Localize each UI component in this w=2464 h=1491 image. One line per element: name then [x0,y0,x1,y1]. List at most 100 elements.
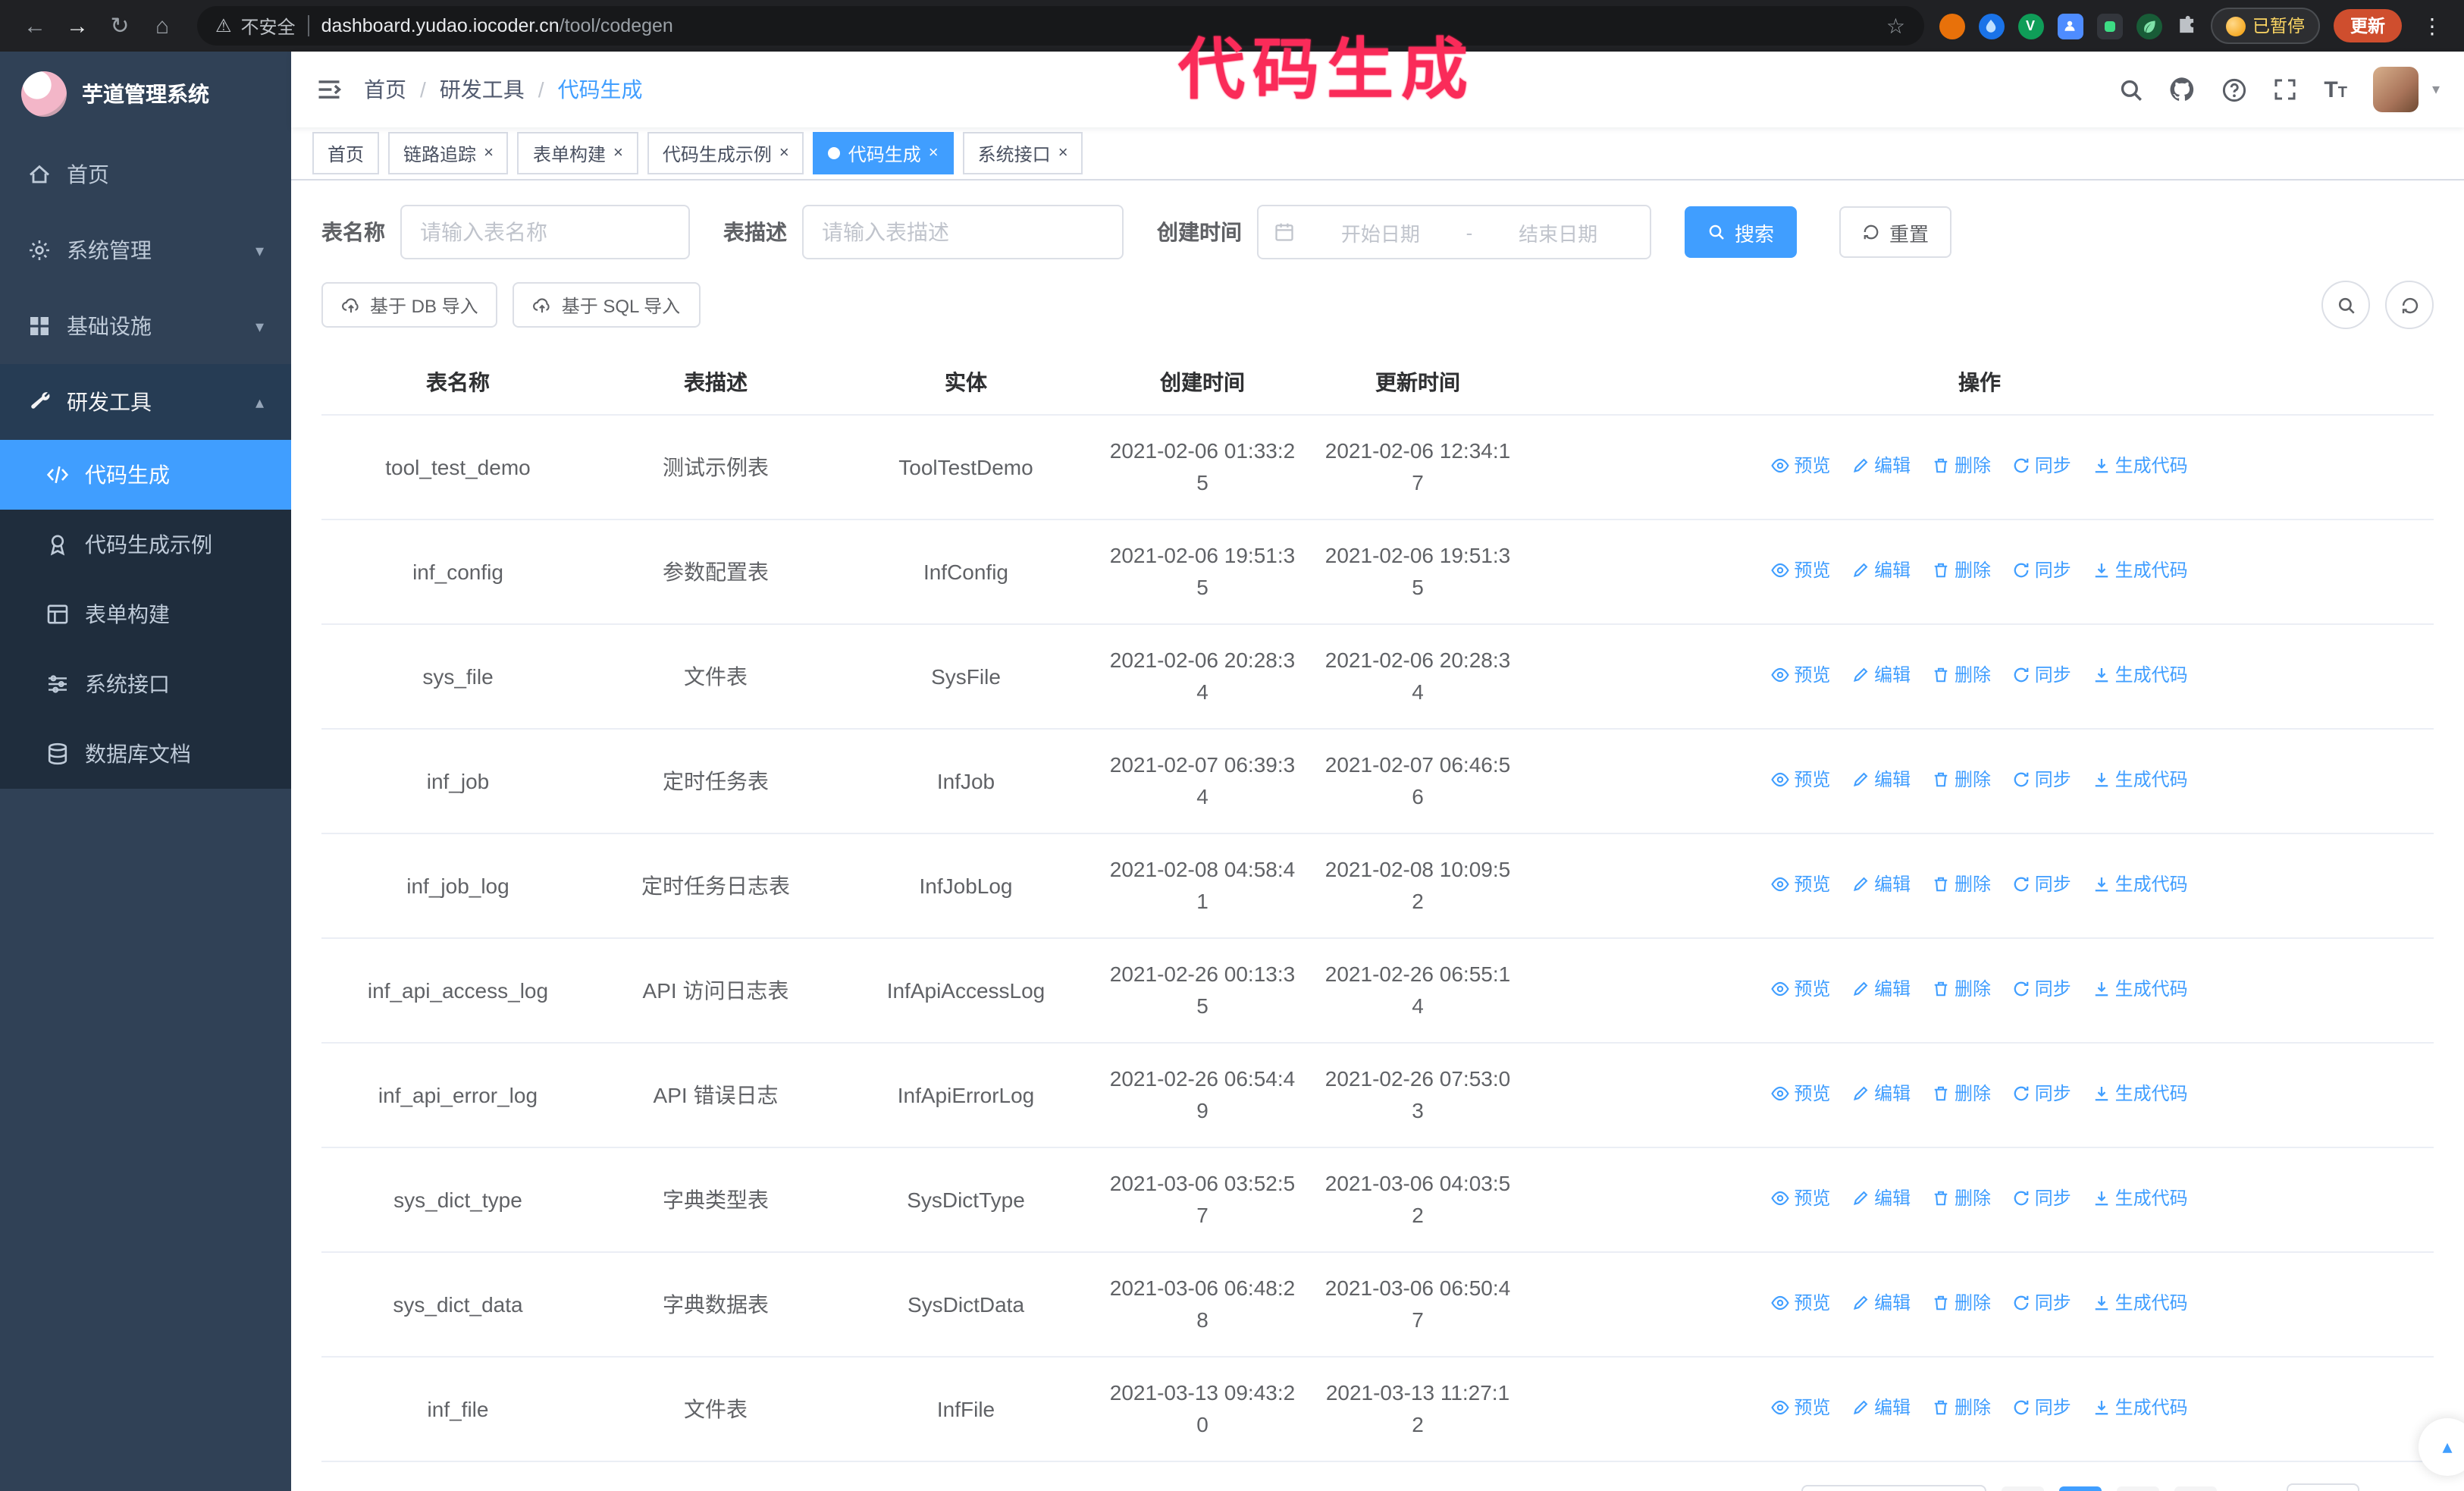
hamburger-icon[interactable] [315,76,343,103]
address-bar[interactable]: ⚠ 不安全 dashboard.yudao.iocoder.cn/tool/co… [197,6,1923,46]
fullscreen-icon[interactable] [2272,77,2298,102]
preview-link[interactable]: 预览 [1771,1393,1830,1420]
generate-code-link[interactable]: 生成代码 [2093,1184,2188,1211]
page-button-1[interactable]: 1 [2058,1486,2102,1491]
reset-button[interactable]: 重置 [1839,206,1952,258]
edit-link[interactable]: 编辑 [1851,1393,1911,1420]
generate-code-link[interactable]: 生成代码 [2093,1393,2188,1420]
delete-link[interactable]: 删除 [1932,870,1991,897]
close-icon[interactable]: × [484,144,494,162]
sync-link[interactable]: 同步 [2012,451,2071,479]
page-button-2[interactable]: 2 [2116,1486,2159,1491]
generate-code-link[interactable]: 生成代码 [2093,975,2188,1002]
edit-link[interactable]: 编辑 [1851,975,1911,1002]
tab-home[interactable]: 首页 [312,132,380,174]
edit-link[interactable]: 编辑 [1851,1079,1911,1106]
sync-link[interactable]: 同步 [2012,661,2071,688]
browser-back-button[interactable]: ← [15,6,55,46]
tab-trace[interactable]: 链路追踪 × [388,132,509,174]
generate-code-link[interactable]: 生成代码 [2093,1079,2188,1106]
generate-code-link[interactable]: 生成代码 [2093,556,2188,583]
delete-link[interactable]: 删除 [1932,1289,1991,1316]
goto-page-input[interactable] [2286,1483,2359,1491]
generate-code-link[interactable]: 生成代码 [2093,765,2188,793]
sidebar-item-system-management[interactable]: 系统管理 ▾ [0,212,291,288]
delete-link[interactable]: 删除 [1932,451,1991,479]
sidebar-item-codegen-example[interactable]: 代码生成示例 [0,510,291,579]
fox-extension-icon[interactable] [1939,13,1964,39]
font-size-icon[interactable]: TT [2324,77,2347,102]
sync-link[interactable]: 同步 [2012,1184,2071,1211]
preview-link[interactable]: 预览 [1771,1184,1830,1211]
delete-link[interactable]: 删除 [1932,1393,1991,1420]
browser-reload-button[interactable]: ↻ [100,6,140,46]
bookmark-star-icon[interactable]: ☆ [1886,13,1905,39]
browser-update-button[interactable]: 更新 [2334,9,2402,42]
search-icon[interactable] [2118,77,2143,102]
avatar[interactable] [2372,67,2419,112]
sidebar-item-form-builder[interactable]: 表单构建 [0,579,291,649]
leaf-extension-icon[interactable] [2136,13,2161,39]
sync-link[interactable]: 同步 [2012,870,2071,897]
preview-link[interactable]: 预览 [1771,1079,1830,1106]
sidebar-item-infrastructure[interactable]: 基础设施 ▾ [0,288,291,364]
sync-link[interactable]: 同步 [2012,765,2071,793]
browser-home-button[interactable]: ⌂ [143,6,182,46]
import-sql-button[interactable]: 基于 SQL 导入 [513,282,701,328]
preview-link[interactable]: 预览 [1771,556,1830,583]
github-icon[interactable] [2169,77,2195,102]
drop-extension-icon[interactable] [1978,13,2004,39]
refresh-table-button[interactable] [2385,281,2434,329]
close-icon[interactable]: × [613,144,623,162]
edit-link[interactable]: 编辑 [1851,556,1911,583]
page-size-select[interactable]: 10条/页 ▾ [1801,1485,1986,1491]
sync-link[interactable]: 同步 [2012,1079,2071,1106]
browser-menu-kebab-icon[interactable]: ⋮ [2415,13,2449,39]
devtools-extension-icon[interactable] [2096,13,2122,39]
delete-link[interactable]: 删除 [1932,556,1991,583]
edit-link[interactable]: 编辑 [1851,870,1911,897]
sidebar-item-system-api[interactable]: 系统接口 [0,649,291,719]
sidebar-item-dev-tools[interactable]: 研发工具 ▴ [0,364,291,440]
generate-code-link[interactable]: 生成代码 [2093,661,2188,688]
breadcrumb-dev-tools[interactable]: 研发工具 [440,74,525,105]
delete-link[interactable]: 删除 [1932,1079,1991,1106]
preview-link[interactable]: 预览 [1771,765,1830,793]
profile-paused-badge[interactable]: 已暂停 [2210,8,2320,44]
prev-page-button[interactable]: ‹ [2001,1486,2044,1491]
import-db-button[interactable]: 基于 DB 导入 [321,282,498,328]
preview-link[interactable]: 预览 [1771,451,1830,479]
generate-code-link[interactable]: 生成代码 [2093,451,2188,479]
next-page-button[interactable]: › [2174,1486,2217,1491]
sidebar-item-home[interactable]: 首页 [0,137,291,212]
generate-code-link[interactable]: 生成代码 [2093,1289,2188,1316]
tab-form-builder[interactable]: 表单构建 × [517,132,638,174]
sync-link[interactable]: 同步 [2012,556,2071,583]
sync-link[interactable]: 同步 [2012,1393,2071,1420]
help-icon[interactable] [2221,77,2246,102]
toggle-search-button[interactable] [2321,281,2370,329]
generate-code-link[interactable]: 生成代码 [2093,870,2188,897]
delete-link[interactable]: 删除 [1932,1184,1991,1211]
tab-system-api[interactable]: 系统接口 × [962,132,1083,174]
close-icon[interactable]: × [929,144,939,162]
tab-codegen[interactable]: 代码生成 × [813,132,954,174]
close-icon[interactable]: × [1058,144,1068,162]
table-desc-input[interactable] [802,205,1124,259]
edit-link[interactable]: 编辑 [1851,1184,1911,1211]
edit-link[interactable]: 编辑 [1851,765,1911,793]
extensions-puzzle-icon[interactable] [2175,15,2196,36]
delete-link[interactable]: 删除 [1932,661,1991,688]
preview-link[interactable]: 预览 [1771,975,1830,1002]
contacts-extension-icon[interactable] [2057,13,2083,39]
delete-link[interactable]: 删除 [1932,765,1991,793]
delete-link[interactable]: 删除 [1932,975,1991,1002]
browser-forward-button[interactable]: → [58,6,97,46]
v-extension-icon[interactable]: V [2017,13,2043,39]
security-status[interactable]: ⚠ 不安全 [215,13,296,39]
preview-link[interactable]: 预览 [1771,870,1830,897]
edit-link[interactable]: 编辑 [1851,451,1911,479]
sidebar-item-codegen[interactable]: 代码生成 [0,440,291,510]
close-icon[interactable]: × [779,144,789,162]
edit-link[interactable]: 编辑 [1851,1289,1911,1316]
